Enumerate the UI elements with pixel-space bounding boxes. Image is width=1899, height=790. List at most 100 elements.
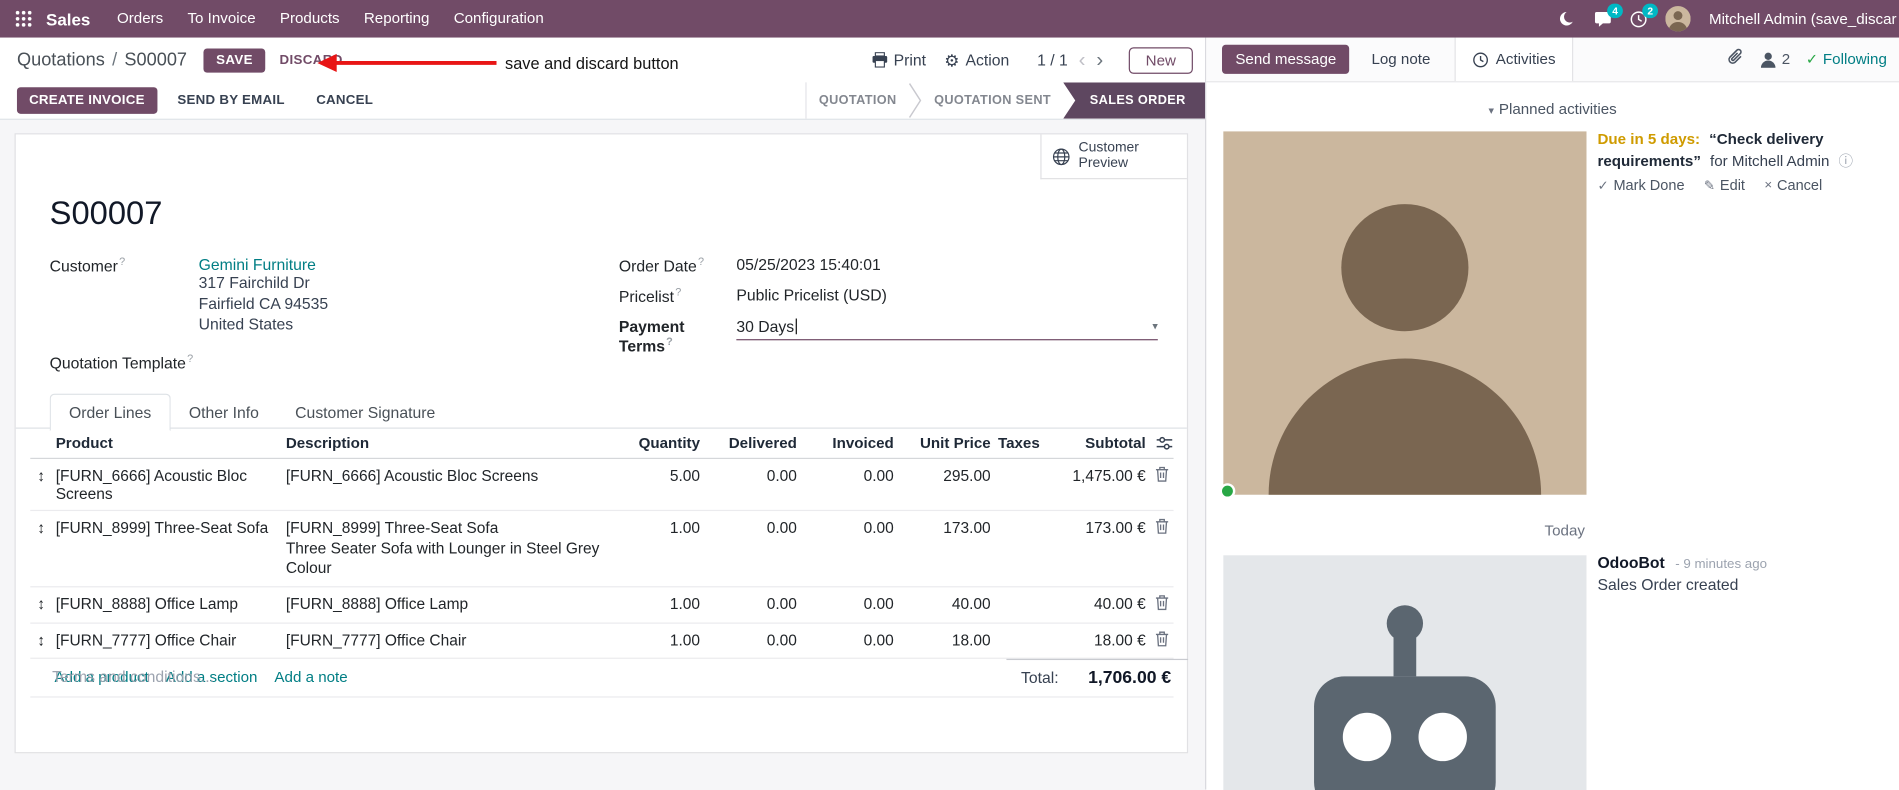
cell-description[interactable]: [FURN_6666] Acoustic Bloc Screens xyxy=(282,459,631,494)
menu-products[interactable]: Products xyxy=(268,0,352,38)
cell-delivered[interactable]: 0.00 xyxy=(704,587,801,620)
following-button[interactable]: ✓ Following xyxy=(1806,51,1887,68)
payment-terms-field[interactable]: 30 Days ▾ xyxy=(736,317,1158,340)
followers-button[interactable]: 2 xyxy=(1760,51,1790,68)
drag-handle-icon[interactable]: ↕ xyxy=(30,511,52,544)
terms-placeholder[interactable]: Terms and conditions... xyxy=(52,667,214,685)
cell-quantity[interactable]: 1.00 xyxy=(631,623,704,656)
menu-reporting[interactable]: Reporting xyxy=(352,0,442,38)
planned-activities-toggle[interactable]: ▾ Planned activities xyxy=(1489,101,1617,118)
col-subtotal[interactable]: Subtotal xyxy=(1067,429,1149,458)
cell-unit-price[interactable]: 295.00 xyxy=(897,459,994,492)
cell-taxes[interactable] xyxy=(994,511,1067,526)
activities-tab[interactable]: Activities xyxy=(1454,37,1574,82)
cell-delivered[interactable]: 0.00 xyxy=(704,623,801,656)
col-invoiced[interactable]: Invoiced xyxy=(801,429,898,458)
stage-sales-order[interactable]: SALES ORDER xyxy=(1063,82,1206,119)
cell-invoiced[interactable]: 0.00 xyxy=(801,623,898,656)
order-date-field[interactable]: 05/25/2023 15:40:01 xyxy=(736,256,880,274)
cancel-activity-button[interactable]: × Cancel xyxy=(1764,177,1822,194)
cell-quantity[interactable]: 5.00 xyxy=(631,459,704,492)
cell-taxes[interactable] xyxy=(994,587,1067,602)
cell-product[interactable]: [FURN_8999] Three-Seat Sofa xyxy=(52,511,282,544)
create-invoice-button[interactable]: CREATE INVOICE xyxy=(16,87,157,114)
cell-invoiced[interactable]: 0.00 xyxy=(801,459,898,492)
cell-invoiced[interactable]: 0.00 xyxy=(801,511,898,544)
customer-label: Customer? xyxy=(49,255,126,276)
col-quantity[interactable]: Quantity xyxy=(631,429,704,458)
add-note-link[interactable]: Add a note xyxy=(274,669,347,686)
tab-other-info[interactable]: Other Info xyxy=(171,394,277,432)
delete-line-button[interactable] xyxy=(1149,623,1173,653)
delete-line-button[interactable] xyxy=(1149,587,1173,617)
payment-terms-label: Payment Terms? xyxy=(618,316,685,355)
cell-product[interactable]: [FURN_6666] Acoustic Bloc Screens xyxy=(52,459,282,510)
cell-quantity[interactable]: 1.00 xyxy=(631,587,704,620)
cell-invoiced[interactable]: 0.00 xyxy=(801,587,898,620)
dropdown-caret-icon[interactable]: ▾ xyxy=(1152,319,1157,332)
main-menu: Orders To Invoice Products Reporting Con… xyxy=(105,0,556,38)
send-message-button[interactable]: Send message xyxy=(1221,44,1350,74)
drag-handle-icon[interactable]: ↕ xyxy=(30,623,52,656)
print-button[interactable]: Print xyxy=(872,51,926,69)
pricelist-field[interactable]: Public Pricelist (USD) xyxy=(736,286,886,304)
menu-orders[interactable]: Orders xyxy=(105,0,175,38)
message-author[interactable]: OdooBot xyxy=(1597,553,1664,571)
pager-previous-button[interactable]: ‹ xyxy=(1079,50,1086,71)
col-unit-price[interactable]: Unit Price xyxy=(897,429,994,458)
save-button[interactable]: SAVE xyxy=(203,47,265,73)
col-description[interactable]: Description xyxy=(282,429,631,458)
cell-delivered[interactable]: 0.00 xyxy=(704,511,801,544)
col-delivered[interactable]: Delivered xyxy=(704,429,801,458)
pager-value[interactable]: 1 / 1 xyxy=(1037,51,1068,69)
drag-handle-icon[interactable]: ↕ xyxy=(30,587,52,620)
cell-description[interactable]: [FURN_8999] Three-Seat Sofa Three Seater … xyxy=(282,511,631,586)
stage-quotation[interactable]: QUOTATION xyxy=(807,82,909,118)
order-total: Total: 1,706.00 € xyxy=(1006,658,1189,688)
cell-unit-price[interactable]: 173.00 xyxy=(897,511,994,544)
action-button[interactable]: ⚙ Action xyxy=(944,51,1009,69)
app-name[interactable]: Sales xyxy=(46,9,90,28)
drag-handle-icon[interactable]: ↕ xyxy=(30,459,52,492)
customer-link[interactable]: Gemini Furniture xyxy=(199,256,316,274)
user-name[interactable]: Mitchell Admin (save_discar xyxy=(1709,10,1897,27)
user-avatar[interactable] xyxy=(1665,6,1691,32)
tab-order-lines[interactable]: Order Lines xyxy=(49,393,171,432)
tab-customer-signature[interactable]: Customer Signature xyxy=(277,394,453,432)
log-note-button[interactable]: Log note xyxy=(1371,51,1430,68)
stage-quotation-sent[interactable]: QUOTATION SENT xyxy=(922,82,1063,118)
breadcrumb-quotations[interactable]: Quotations xyxy=(17,50,105,71)
new-button[interactable]: New xyxy=(1128,46,1193,74)
customer-preview-button[interactable]: Customer Preview xyxy=(1040,134,1187,180)
edit-activity-button[interactable]: ✎ Edit xyxy=(1704,177,1745,194)
info-icon[interactable]: ⓘ xyxy=(1839,152,1854,169)
col-product[interactable]: Product xyxy=(52,429,282,458)
menu-to-invoice[interactable]: To Invoice xyxy=(175,0,267,38)
mark-done-button[interactable]: ✓ Mark Done xyxy=(1597,177,1684,194)
col-taxes[interactable]: Taxes xyxy=(994,429,1067,458)
dark-mode-toggle[interactable] xyxy=(1560,11,1576,27)
cell-unit-price[interactable]: 18.00 xyxy=(897,623,994,656)
pager-next-button[interactable]: › xyxy=(1096,50,1103,71)
cell-description[interactable]: [FURN_7777] Office Chair xyxy=(282,623,631,658)
delete-line-button[interactable] xyxy=(1149,511,1173,541)
menu-configuration[interactable]: Configuration xyxy=(442,0,556,38)
cell-delivered[interactable]: 0.00 xyxy=(704,459,801,492)
attachments-button[interactable] xyxy=(1727,48,1744,70)
delete-line-button[interactable] xyxy=(1149,459,1173,489)
cell-quantity[interactable]: 1.00 xyxy=(631,511,704,544)
cell-taxes[interactable] xyxy=(994,623,1067,638)
optional-columns-button[interactable] xyxy=(1149,429,1173,458)
cell-unit-price[interactable]: 40.00 xyxy=(897,587,994,620)
cell-product[interactable]: [FURN_8888] Office Lamp xyxy=(52,587,282,620)
apps-menu-button[interactable] xyxy=(7,3,38,34)
messages-menu-button[interactable]: 4 xyxy=(1594,3,1623,27)
send-by-email-button[interactable]: SEND BY EMAIL xyxy=(167,87,296,114)
cell-product[interactable]: [FURN_7777] Office Chair xyxy=(52,623,282,656)
cancel-button[interactable]: CANCEL xyxy=(305,87,384,114)
discard-button[interactable]: DISCARD xyxy=(270,48,353,72)
cell-taxes[interactable] xyxy=(994,459,1067,474)
activities-menu-button[interactable]: 2 xyxy=(1630,3,1659,27)
cell-description[interactable]: [FURN_8888] Office Lamp xyxy=(282,587,631,622)
chatter-icons: 2 ✓ Following xyxy=(1727,48,1899,70)
